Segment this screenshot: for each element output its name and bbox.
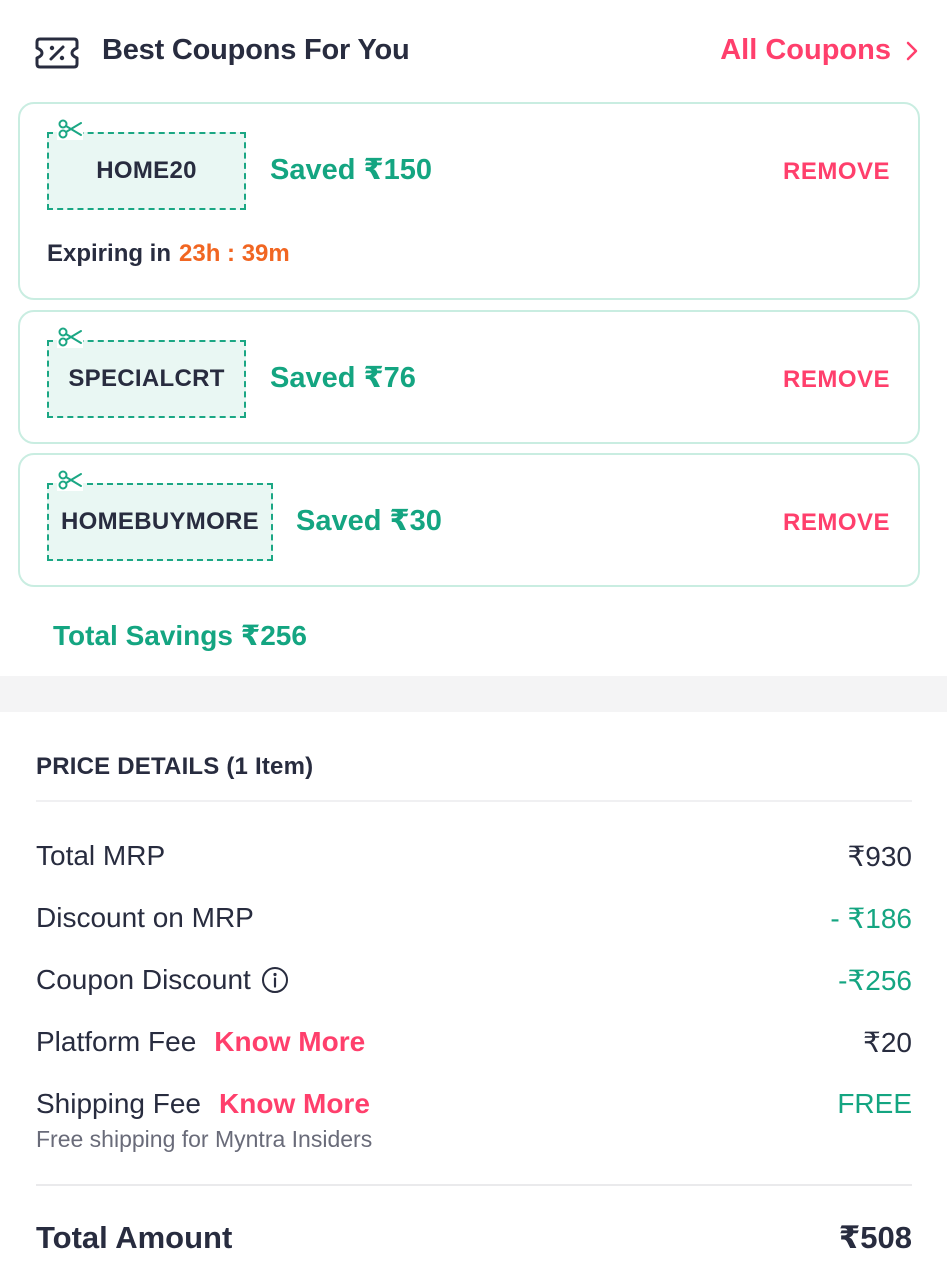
price-row-coupon-discount: Coupon Discount -₹256: [36, 964, 912, 1004]
price-value: ₹930: [847, 841, 912, 872]
all-coupons-label: All Coupons: [720, 34, 891, 66]
coupon-tag-icon: [35, 37, 79, 69]
remove-coupon-button[interactable]: REMOVE: [783, 509, 890, 537]
price-row-shipping-fee: Shipping Fee Know More FREE: [36, 1088, 912, 1128]
total-amount-label: Total Amount: [36, 1220, 233, 1255]
coupon-code: HOMEBUYMORE: [61, 508, 259, 535]
saved-amount: Saved ₹30: [296, 505, 442, 537]
know-more-link[interactable]: Know More: [219, 1088, 370, 1120]
coupons-header: Best Coupons For You All Coupons: [0, 0, 947, 100]
coupon-code: HOME20: [96, 157, 197, 184]
coupon-card: SPECIALCRT Saved ₹76 REMOVE: [18, 310, 920, 444]
saved-amount: Saved ₹150: [270, 154, 433, 186]
price-row-total-mrp: Total MRP ₹930: [36, 840, 912, 880]
section-divider: [0, 676, 947, 712]
divider: [36, 800, 912, 802]
price-label: Platform Fee: [36, 1026, 197, 1057]
remove-coupon-button[interactable]: REMOVE: [783, 158, 890, 186]
coupon-code-box: HOME20: [47, 118, 246, 210]
price-label: Discount on MRP: [36, 902, 254, 933]
scissors-icon: [57, 469, 83, 491]
price-label: Shipping Fee: [36, 1088, 202, 1119]
coupon-card: HOMEBUYMORE Saved ₹30 REMOVE: [18, 453, 920, 587]
coupon-code-box: HOMEBUYMORE: [47, 469, 273, 561]
price-label: Coupon Discount: [36, 964, 251, 995]
chevron-right-icon: [906, 41, 918, 60]
info-icon[interactable]: [261, 966, 289, 994]
coupons-title: Best Coupons For You: [102, 34, 410, 66]
divider: [36, 1184, 912, 1186]
coupon-card: HOME20 Saved ₹150 REMOVE Expiring in 23h …: [18, 102, 920, 300]
scissors-icon: [57, 118, 83, 140]
price-label: Total MRP: [36, 840, 166, 871]
expiry-row: Expiring in 23h : 39m: [47, 240, 290, 268]
price-details-heading: PRICE DETAILS (1 Item): [36, 753, 314, 780]
shipping-note: Free shipping for Myntra Insiders: [36, 1126, 373, 1152]
expiry-label: Expiring in: [47, 240, 172, 267]
price-label-wrap: Coupon Discount: [36, 964, 289, 996]
price-row-platform-fee: Platform Fee Know More ₹20: [36, 1026, 912, 1066]
price-value: -₹256: [838, 965, 912, 996]
price-value: FREE: [837, 1088, 912, 1119]
price-row-discount-mrp: Discount on MRP - ₹186: [36, 902, 912, 942]
know-more-link[interactable]: Know More: [214, 1026, 365, 1058]
coupon-code-box: SPECIALCRT: [47, 326, 246, 418]
total-savings: Total Savings ₹256: [53, 620, 307, 651]
all-coupons-link[interactable]: All Coupons: [720, 34, 919, 67]
expiry-time: 23h : 39m: [179, 240, 290, 267]
total-amount-value: ₹508: [838, 1220, 912, 1255]
saved-amount: Saved ₹76: [270, 362, 416, 394]
remove-coupon-button[interactable]: REMOVE: [783, 366, 890, 394]
price-value: ₹20: [863, 1027, 912, 1058]
coupon-code: SPECIALCRT: [68, 365, 225, 392]
scissors-icon: [57, 326, 83, 348]
price-label-wrap: Platform Fee Know More: [36, 1026, 365, 1058]
price-value: - ₹186: [830, 903, 912, 934]
price-label-wrap: Shipping Fee Know More: [36, 1088, 370, 1120]
